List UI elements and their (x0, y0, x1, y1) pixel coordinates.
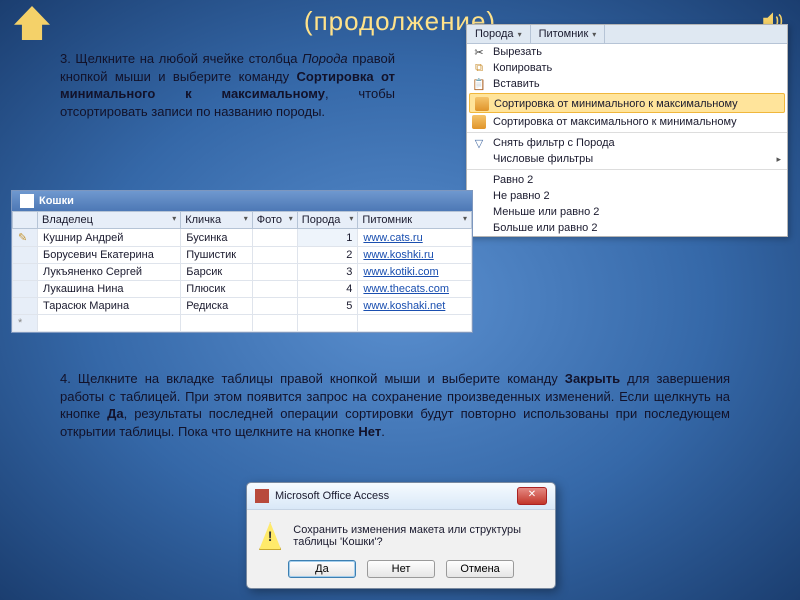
context-menu: Порода▾ Питомник▾ ✂Вырезать ⧉Копировать … (466, 24, 788, 237)
paragraph-3: 3. Щелкните на любой ячейке столбца Поро… (60, 50, 395, 120)
ctx-number-filters[interactable]: Числовые фильтры▸ (467, 151, 787, 167)
dialog-buttons: Да Нет Отмена (247, 556, 555, 588)
text-em: Порода (302, 51, 348, 66)
text: . (381, 424, 385, 439)
ctx-paste[interactable]: 📋Вставить (467, 76, 787, 92)
ctx-col-poroda[interactable]: Порода▾ (467, 25, 531, 43)
dialog-titlebar[interactable]: Microsoft Office Access ✕ (247, 483, 555, 510)
access-icon (255, 489, 269, 503)
save-dialog: Microsoft Office Access ✕ Сохранить изме… (246, 482, 556, 589)
ctx-clear-filter[interactable]: ▽Снять фильтр с Порода (467, 132, 787, 151)
table-new-row[interactable]: * (13, 315, 472, 332)
table-row[interactable]: ✎Кушнир АндрейБусинка1www.cats.ru (13, 229, 472, 247)
table-row[interactable]: Лукашина НинаПлюсик4www.thecats.com (13, 281, 472, 298)
sort-asc-icon (475, 97, 489, 111)
paragraph-4: 4. Щелкните на вкладке таблицы правой кн… (60, 370, 730, 440)
row-selector-header (13, 212, 38, 229)
no-button[interactable]: Нет (367, 560, 435, 578)
table-row[interactable]: Тарасюк МаринаРедиска5www.koshaki.net (13, 298, 472, 315)
ctx-neq[interactable]: Не равно 2 (467, 188, 787, 204)
col-breed[interactable]: Порода▾ (297, 212, 358, 229)
ctx-cut[interactable]: ✂Вырезать (467, 44, 787, 60)
col-photo[interactable]: Фото▾ (252, 212, 297, 229)
dialog-message: Сохранить изменения макета или структуры… (293, 524, 543, 548)
text: 3. Щелкните на любой ячейке столбца (60, 51, 302, 66)
ctx-sort-asc[interactable]: Сортировка от минимального к максимально… (469, 93, 785, 113)
ctx-header: Порода▾ Питомник▾ (467, 25, 787, 44)
col-site[interactable]: Питомник▾ (358, 212, 472, 229)
ctx-eq[interactable]: Равно 2 (467, 169, 787, 188)
table-tab[interactable]: Кошки (12, 191, 472, 211)
filter-clear-icon: ▽ (472, 136, 486, 150)
table-header-row: Владелец▾ Кличка▾ Фото▾ Порода▾ Питомник… (13, 212, 472, 229)
cancel-button[interactable]: Отмена (446, 560, 514, 578)
dialog-title: Microsoft Office Access (275, 490, 389, 502)
text-bold: Закрыть (565, 371, 620, 386)
chevron-right-icon: ▸ (776, 154, 781, 165)
yes-button[interactable]: Да (288, 560, 356, 578)
ctx-lte[interactable]: Меньше или равно 2 (467, 204, 787, 220)
ctx-copy[interactable]: ⧉Копировать (467, 60, 787, 76)
ctx-col-pitomnik[interactable]: Питомник▾ (531, 25, 606, 43)
paste-icon: 📋 (472, 77, 486, 91)
ctx-gte[interactable]: Больше или равно 2 (467, 220, 787, 236)
text-bold: Нет (358, 424, 381, 439)
table-row[interactable]: Лукъяненко СергейБарсик3www.kotiki.com (13, 264, 472, 281)
text-bold: Да (107, 406, 124, 421)
text: 4. Щелкните на вкладке таблицы правой кн… (60, 371, 565, 386)
chevron-down-icon: ▾ (518, 30, 522, 39)
table-row[interactable]: Борусевич ЕкатеринаПушистик2www.koshki.r… (13, 247, 472, 264)
close-button[interactable]: ✕ (517, 487, 547, 505)
ctx-sort-desc[interactable]: Сортировка от максимального к минимально… (467, 114, 787, 130)
col-name[interactable]: Кличка▾ (181, 212, 253, 229)
warning-icon (259, 522, 281, 550)
text: , результаты последней операции сортиров… (60, 406, 730, 439)
copy-icon: ⧉ (472, 61, 486, 75)
chevron-down-icon: ▾ (592, 30, 596, 39)
table-icon (20, 194, 34, 208)
sort-desc-icon (472, 115, 486, 129)
data-table: Кошки Владелец▾ Кличка▾ Фото▾ Порода▾ Пи… (11, 190, 473, 333)
col-owner[interactable]: Владелец▾ (38, 212, 181, 229)
cut-icon: ✂ (472, 45, 486, 59)
